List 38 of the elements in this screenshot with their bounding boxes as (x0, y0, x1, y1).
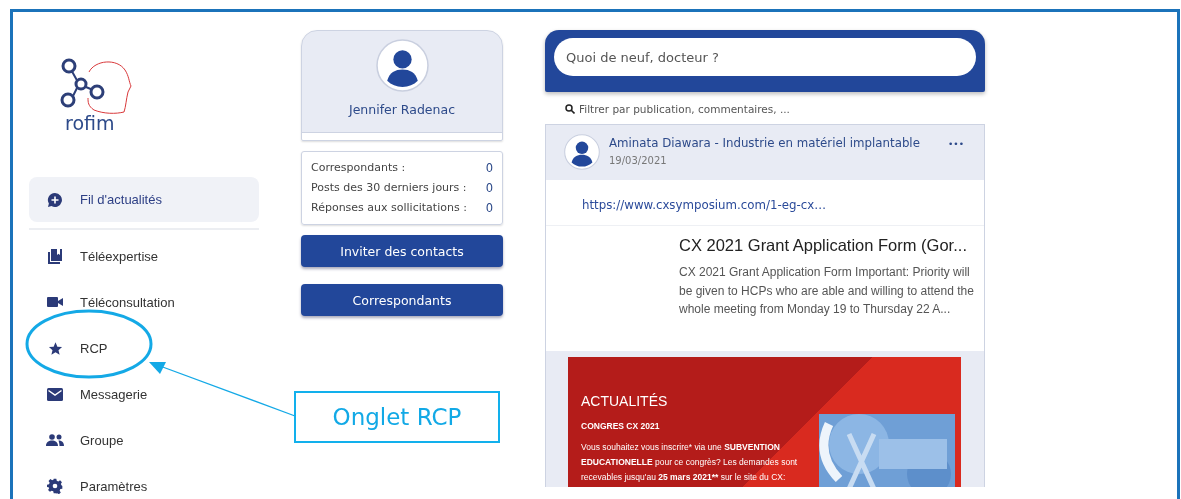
video-camera-icon (47, 296, 63, 308)
banner-subheading: CONGRES CX 2021 (581, 421, 661, 431)
stat-label: Réponses aux sollicitations : (311, 201, 467, 215)
sidebar-item[interactable]: Groupe (29, 417, 128, 463)
preview-text: CX 2021 Grant Application Form Important: Priority will be given to HCPs who are able and willing to attend the whole meeting from Monday 19 to Thursday 22 A... (679, 264, 975, 319)
profile-name: Jennifer Radenac (348, 102, 456, 117)
sidebar-item[interactable]: Téléconsultation (29, 279, 179, 325)
settings-icon (47, 478, 63, 494)
stat-value: 0 (485, 201, 493, 215)
people-icon (46, 434, 64, 446)
post-author[interactable]: Aminata Diawara - Industrie en matériel implantable (609, 136, 920, 150)
avatar-icon (375, 39, 429, 92)
sidebar-item[interactable]: Fil d'actualités (29, 177, 259, 222)
stat-label: Correspondants : (311, 161, 406, 175)
more-button[interactable]: ••• (948, 139, 964, 149)
banner-paragraph: Vous souhaitez vous inscrire* via une SUBVENTION EDUCATIONELLE pour ce congrès? Les demandes sont recevables jusqu'au 25 mars 2021** sur le site du CX: (581, 441, 799, 484)
post-link[interactable]: https://www.cxsymposium.com/1-eg-cx… (582, 198, 827, 212)
preview-title[interactable]: CX 2021 Grant Application Form (Gor... (679, 235, 967, 255)
compose-field[interactable]: Quoi de neuf, docteur ? (554, 38, 976, 76)
envelope-icon (47, 387, 63, 401)
action-button[interactable]: Correspondants (301, 284, 503, 316)
stat-value: 0 (485, 161, 493, 175)
avatar-icon (564, 134, 600, 170)
chat-add-icon (47, 191, 63, 208)
post-date: 19/03/2021 (609, 155, 668, 166)
logo-text: rofim (65, 112, 115, 134)
action-button[interactable]: Inviter des contacts (301, 235, 503, 267)
stat-value: 0 (485, 181, 493, 195)
sidebar-item[interactable]: Téléexpertise (29, 233, 163, 279)
stat-label: Posts des 30 derniers jours : (311, 181, 467, 195)
book-stack-icon (47, 248, 63, 264)
sidebar-item[interactable]: Paramètres (29, 463, 152, 499)
search-icon (565, 104, 575, 114)
sidebar-item[interactable]: Messagerie (29, 371, 152, 417)
star-icon (47, 340, 63, 356)
filter-field[interactable]: Filtrer par publication, commentaires, ... (579, 101, 839, 117)
annotation-label: Onglet RCP (294, 391, 500, 443)
banner-heading: ACTUALITÉS (581, 393, 669, 409)
